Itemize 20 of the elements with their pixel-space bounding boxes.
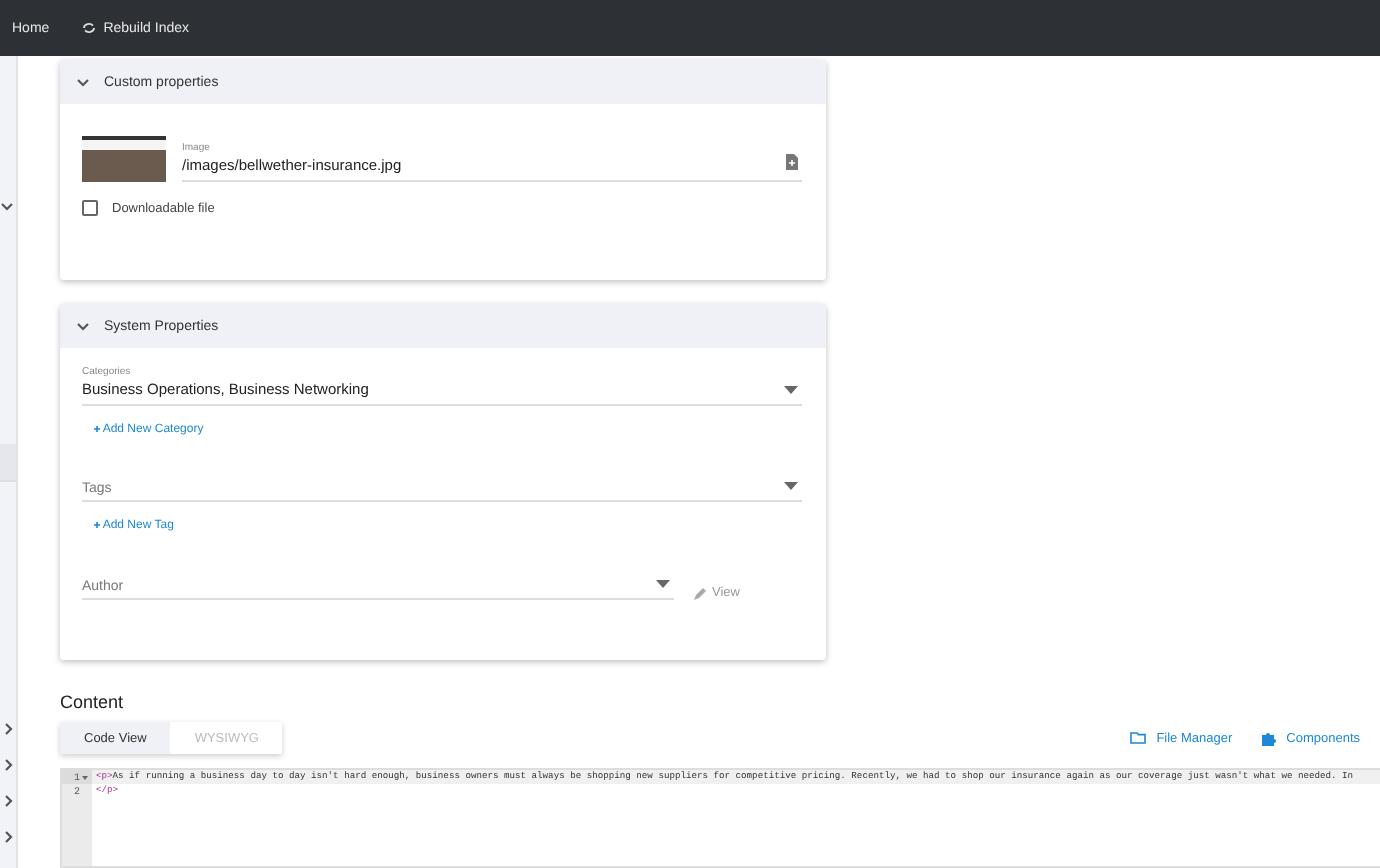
plus-icon xyxy=(94,522,100,528)
chevron-right-icon[interactable] xyxy=(4,829,14,843)
image-thumbnail xyxy=(82,136,166,182)
chevron-right-icon[interactable] xyxy=(4,721,14,735)
chevron-down-icon[interactable] xyxy=(76,77,90,87)
dropdown-caret-icon[interactable] xyxy=(656,580,670,588)
refresh-icon xyxy=(81,22,96,34)
file-add-icon[interactable] xyxy=(786,154,798,170)
chevron-down-icon[interactable] xyxy=(0,201,14,211)
folder-icon xyxy=(1130,732,1147,744)
plus-icon xyxy=(94,426,100,432)
content-heading: Content xyxy=(60,692,126,712)
puzzle-icon xyxy=(1262,731,1277,745)
chevron-down-icon[interactable] xyxy=(76,321,90,331)
dropdown-caret-icon[interactable] xyxy=(784,386,798,394)
checkbox[interactable] xyxy=(82,200,98,216)
pencil-icon xyxy=(694,587,706,599)
dropdown-caret-icon[interactable] xyxy=(784,482,798,490)
chevron-right-icon[interactable] xyxy=(4,793,14,807)
chevron-right-icon[interactable] xyxy=(4,757,14,771)
